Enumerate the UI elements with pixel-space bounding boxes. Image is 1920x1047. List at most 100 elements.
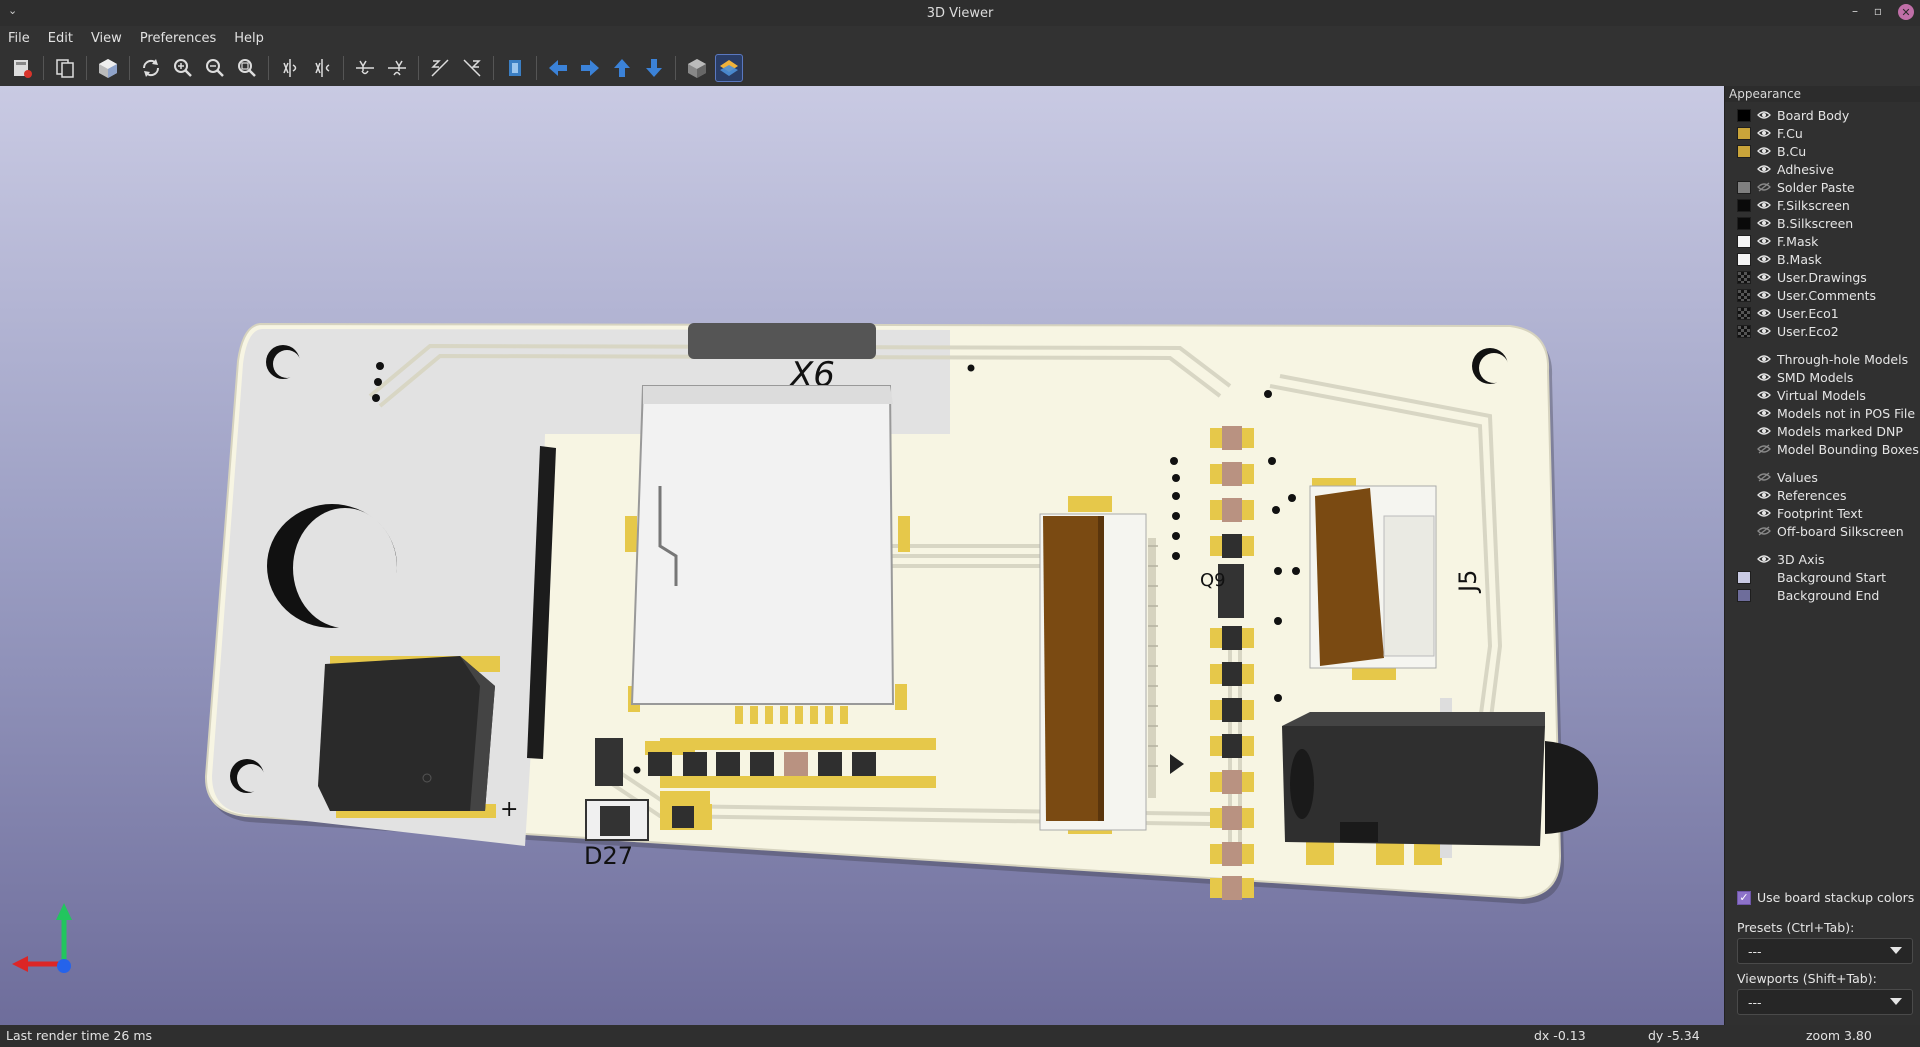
layer-row-adhesive[interactable]: Adhesive [1737, 160, 1920, 178]
presets-dropdown[interactable]: --- [1737, 938, 1913, 964]
zoom-in-icon[interactable] [169, 54, 197, 82]
rotate-x-ccw-icon[interactable] [308, 54, 336, 82]
layer-row-user-drawings[interactable]: User.Drawings [1737, 268, 1920, 286]
flip-board-icon[interactable] [501, 54, 529, 82]
layer-row-values[interactable]: Values [1737, 468, 1920, 486]
layer-row-user-eco1[interactable]: User.Eco1 [1737, 304, 1920, 322]
visibility-eye-icon[interactable] [1757, 236, 1771, 246]
color-swatch[interactable] [1737, 126, 1751, 140]
move-right-icon[interactable] [576, 54, 604, 82]
layer-row-virtual-models[interactable]: Virtual Models [1737, 386, 1920, 404]
window-menu-icon[interactable]: ⌄ [8, 4, 17, 17]
close-icon[interactable]: ✕ [1898, 4, 1914, 20]
raytrace-icon[interactable] [94, 54, 122, 82]
ortho-icon[interactable] [683, 54, 711, 82]
visibility-eye-icon[interactable] [1757, 254, 1771, 264]
layer-row-f-silkscreen[interactable]: F.Silkscreen [1737, 196, 1920, 214]
visibility-eye-icon[interactable] [1757, 426, 1771, 436]
copy-icon[interactable] [51, 54, 79, 82]
menu-help[interactable]: Help [234, 31, 264, 46]
move-left-icon[interactable] [544, 54, 572, 82]
layer-row-references[interactable]: References [1737, 486, 1920, 504]
layer-row-background-end[interactable]: Background End [1737, 586, 1920, 604]
visibility-eye-icon[interactable] [1757, 290, 1771, 300]
rotate-z-cw-icon[interactable] [426, 54, 454, 82]
layer-row-background-start[interactable]: Background Start [1737, 568, 1920, 586]
menu-preferences[interactable]: Preferences [140, 31, 216, 46]
move-up-icon[interactable] [608, 54, 636, 82]
color-swatch[interactable] [1737, 553, 1751, 566]
color-swatch[interactable] [1737, 443, 1751, 456]
visibility-hidden-icon[interactable] [1757, 472, 1771, 482]
color-swatch[interactable] [1737, 425, 1751, 438]
rotate-y-ccw-icon[interactable] [383, 54, 411, 82]
layer-row-solder-paste[interactable]: Solder Paste [1737, 178, 1920, 196]
color-swatch[interactable] [1737, 288, 1751, 302]
rotate-x-cw-icon[interactable] [276, 54, 304, 82]
maximize-icon[interactable]: ▫ [1874, 4, 1882, 18]
layer-row-through-hole-models[interactable]: Through-hole Models [1737, 350, 1920, 368]
menu-file[interactable]: File [8, 31, 30, 46]
layer-row-f-mask[interactable]: F.Mask [1737, 232, 1920, 250]
export-icon[interactable] [8, 54, 36, 82]
rotate-z-ccw-icon[interactable] [458, 54, 486, 82]
color-swatch[interactable] [1737, 306, 1751, 320]
zoom-fit-icon[interactable] [233, 54, 261, 82]
color-swatch[interactable] [1737, 489, 1751, 502]
visibility-hidden-icon[interactable] [1757, 444, 1771, 454]
menu-view[interactable]: View [91, 31, 122, 46]
visibility-eye-icon[interactable] [1757, 326, 1771, 336]
minimize-icon[interactable]: – [1852, 4, 1858, 18]
color-swatch[interactable] [1737, 525, 1751, 538]
visibility-eye-icon[interactable] [1757, 490, 1771, 500]
visibility-eye-icon[interactable] [1757, 200, 1771, 210]
visibility-eye-icon[interactable] [1757, 308, 1771, 318]
color-swatch[interactable] [1737, 252, 1751, 266]
viewports-dropdown[interactable]: --- [1737, 989, 1913, 1015]
layer-row-models-not-in-pos-file[interactable]: Models not in POS File [1737, 404, 1920, 422]
reload-icon[interactable] [137, 54, 165, 82]
visibility-eye-icon[interactable] [1757, 408, 1771, 418]
color-swatch[interactable] [1737, 108, 1751, 122]
color-swatch[interactable] [1737, 407, 1751, 420]
layer-row-f-cu[interactable]: F.Cu [1737, 124, 1920, 142]
color-swatch[interactable] [1737, 163, 1751, 176]
layer-row-model-bounding-boxes[interactable]: Model Bounding Boxes [1737, 440, 1920, 458]
layer-row-smd-models[interactable]: SMD Models [1737, 368, 1920, 386]
visibility-eye-icon[interactable] [1757, 164, 1771, 174]
layer-row-user-eco2[interactable]: User.Eco2 [1737, 322, 1920, 340]
layer-row-b-cu[interactable]: B.Cu [1737, 142, 1920, 160]
zoom-out-icon[interactable] [201, 54, 229, 82]
visibility-eye-icon[interactable] [1757, 508, 1771, 518]
visibility-eye-icon[interactable] [1757, 272, 1771, 282]
color-swatch[interactable] [1737, 353, 1751, 366]
layer-row-3d-axis[interactable]: 3D Axis [1737, 550, 1920, 568]
layer-row-b-silkscreen[interactable]: B.Silkscreen [1737, 214, 1920, 232]
layer-row-user-comments[interactable]: User.Comments [1737, 286, 1920, 304]
stackup-colors-toggle[interactable]: ✓ Use board stackup colors [1737, 890, 1914, 905]
color-swatch[interactable] [1737, 389, 1751, 402]
color-swatch[interactable] [1737, 507, 1751, 520]
layer-row-off-board-silkscreen[interactable]: Off-board Silkscreen [1737, 522, 1920, 540]
color-swatch[interactable] [1737, 588, 1751, 602]
color-swatch[interactable] [1737, 198, 1751, 212]
color-swatch[interactable] [1737, 180, 1751, 194]
pcb-render[interactable]: + X6 Q9 J5 D27 [0, 86, 1724, 1025]
color-swatch[interactable] [1737, 144, 1751, 158]
visibility-eye-icon[interactable] [1757, 354, 1771, 364]
visibility-hidden-icon[interactable] [1757, 182, 1771, 192]
visibility-eye-icon[interactable] [1757, 390, 1771, 400]
move-down-icon[interactable] [640, 54, 668, 82]
visibility-eye-icon[interactable] [1757, 372, 1771, 382]
visibility-eye-icon[interactable] [1757, 218, 1771, 228]
layer-row-models-marked-dnp[interactable]: Models marked DNP [1737, 422, 1920, 440]
visibility-eye-icon[interactable] [1757, 554, 1771, 564]
rotate-y-cw-icon[interactable] [351, 54, 379, 82]
menu-edit[interactable]: Edit [48, 31, 73, 46]
color-swatch[interactable] [1737, 471, 1751, 484]
layer-row-b-mask[interactable]: B.Mask [1737, 250, 1920, 268]
visibility-eye-icon[interactable] [1757, 128, 1771, 138]
color-swatch[interactable] [1737, 216, 1751, 230]
layer-row-footprint-text[interactable]: Footprint Text [1737, 504, 1920, 522]
color-swatch[interactable] [1737, 570, 1751, 584]
